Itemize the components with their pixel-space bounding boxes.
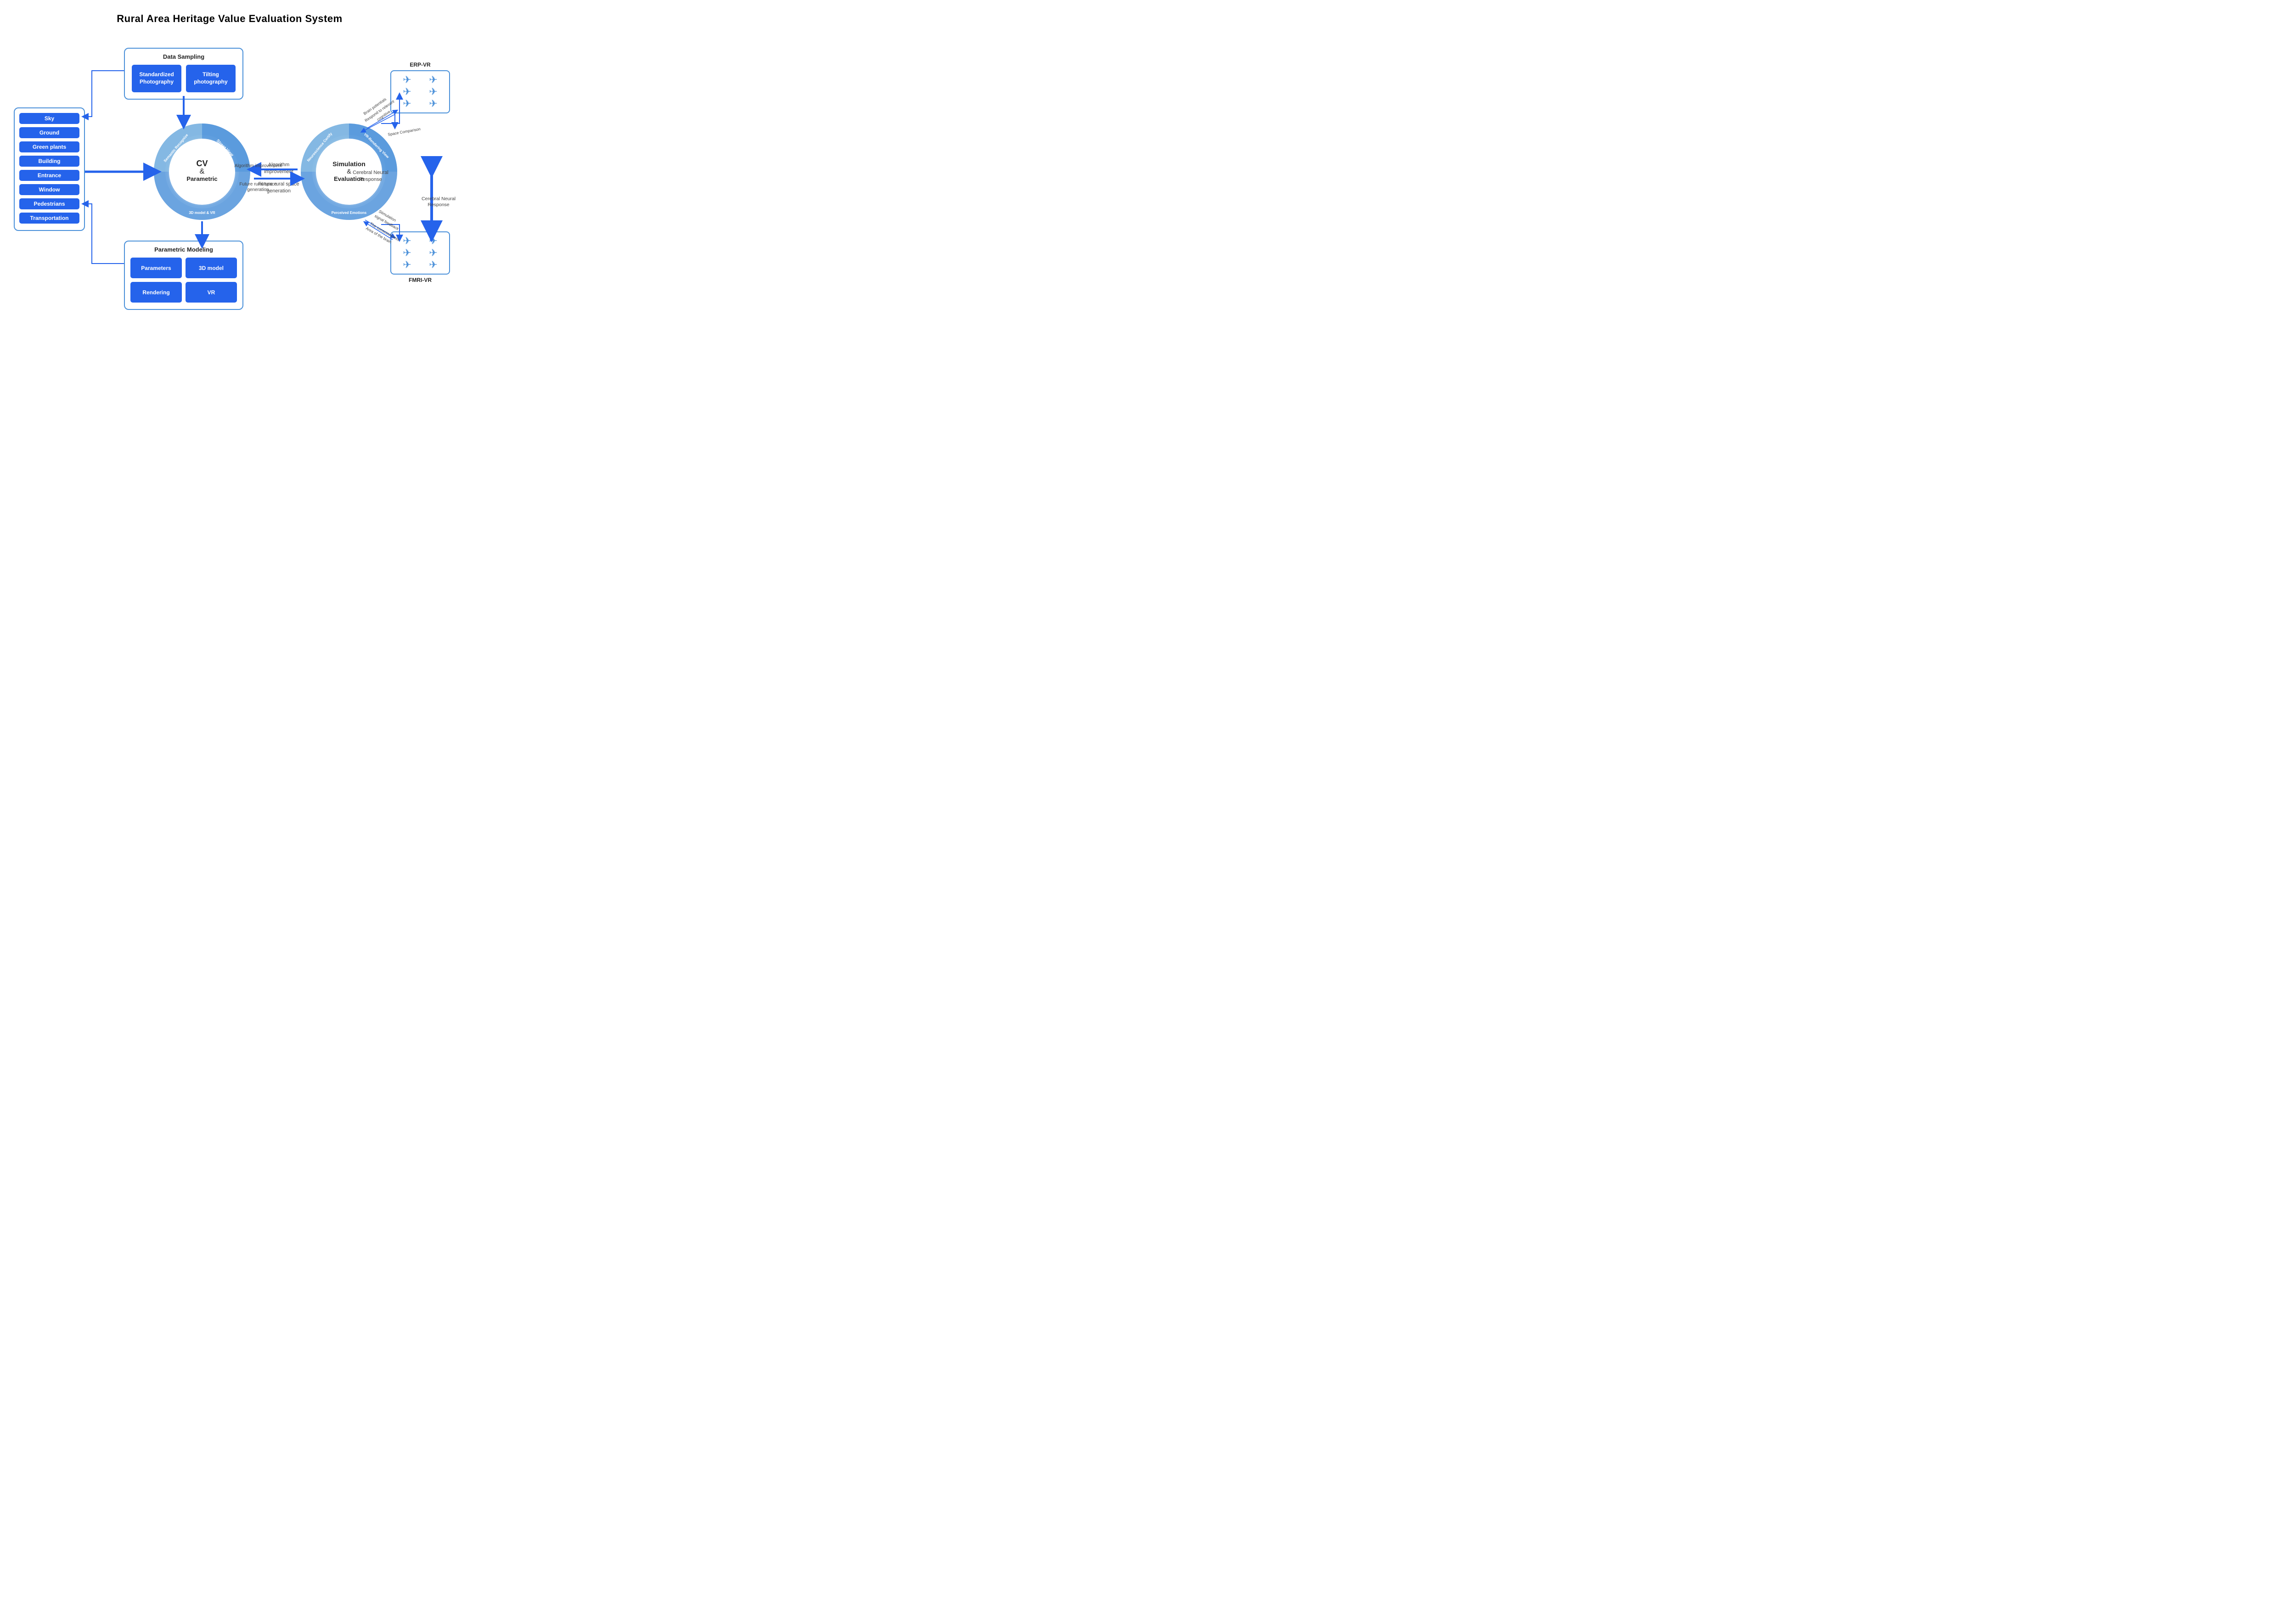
- fmri-plane-icon-1: ✈: [403, 236, 411, 246]
- page-title: Rural Area Heritage Value Evaluation Sys…: [0, 0, 459, 34]
- fmri-plane-icon-4: ✈: [429, 248, 437, 258]
- svg-text:cognitive: cognitive: [376, 109, 391, 122]
- svg-text:CV: CV: [196, 159, 208, 168]
- standardized-photo-button[interactable]: Standardized Photography: [132, 65, 181, 92]
- data-sampling-box: Data Sampling Standardized Photography T…: [124, 48, 243, 100]
- green-plants-item[interactable]: Green plants: [19, 141, 79, 152]
- plane-icon-4: ✈: [429, 87, 437, 97]
- sky-item[interactable]: Sky: [19, 113, 79, 124]
- transportation-item[interactable]: Transportation: [19, 213, 79, 224]
- fmri-plane-icon-2: ✈: [429, 236, 437, 246]
- parametric-title: Parametric Modeling: [130, 246, 237, 253]
- fmri-plane-icon-6: ✈: [429, 260, 437, 270]
- semantic-items-box: Sky Ground Green plants Building Entranc…: [14, 107, 85, 231]
- fmri-plane-icon-3: ✈: [403, 248, 411, 258]
- building-item[interactable]: Building: [19, 156, 79, 167]
- future-space-text: Future rural space generation: [258, 181, 299, 195]
- plane-icon-6: ✈: [429, 99, 437, 109]
- svg-text:&: &: [200, 168, 205, 175]
- algorithm-improvement-text: Algorithm improvement: [258, 162, 299, 176]
- diagram: Data Sampling Standardized Photography T…: [0, 34, 459, 328]
- parametric-modeling-box: Parametric Modeling Parameters 3D model …: [124, 241, 243, 310]
- erp-label: ERP-VR: [390, 62, 450, 68]
- fmri-vr-box: ✈ ✈ ✈ ✈ ✈ ✈ FMRI-VR: [390, 231, 450, 283]
- data-sampling-title: Data Sampling: [130, 53, 237, 60]
- fmri-image-box: ✈ ✈ ✈ ✈ ✈ ✈: [390, 231, 450, 275]
- tilting-photo-button[interactable]: Tilting photography: [186, 65, 236, 92]
- rendering-button[interactable]: Rendering: [130, 282, 182, 303]
- plane-icon-2: ✈: [429, 75, 437, 85]
- plane-icon-1: ✈: [403, 75, 411, 85]
- ground-item[interactable]: Ground: [19, 127, 79, 138]
- svg-text:Response: Response: [428, 202, 449, 208]
- svg-text:Cerebral Neural: Cerebral Neural: [422, 196, 456, 202]
- erp-image-box: ✈ ✈ ✈ ✈ ✈ ✈: [390, 70, 450, 113]
- plane-icon-3: ✈: [403, 87, 411, 97]
- svg-text:Perceived Emotions: Perceived Emotions: [332, 211, 367, 215]
- entrance-item[interactable]: Entrance: [19, 170, 79, 181]
- svg-text:Simulation: Simulation: [332, 160, 366, 168]
- svg-text:Brain potentials: Brain potentials: [362, 97, 387, 116]
- parameters-button[interactable]: Parameters: [130, 258, 182, 278]
- window-item[interactable]: Window: [19, 184, 79, 195]
- vr-button[interactable]: VR: [186, 282, 237, 303]
- fmri-label: FMRI-VR: [390, 277, 450, 283]
- cv-parametric-circle: CV & Parametric Street View Semantic Rec…: [152, 121, 253, 222]
- fmri-plane-icon-5: ✈: [403, 260, 411, 270]
- erp-vr-box: ERP-VR ✈ ✈ ✈ ✈ ✈ ✈: [390, 62, 450, 113]
- plane-icon-5: ✈: [403, 99, 411, 109]
- pedestrians-item[interactable]: Pedestrians: [19, 198, 79, 209]
- svg-text:Parametric: Parametric: [186, 175, 217, 182]
- cerebral-neural-text: Cerebral Neural Response: [350, 169, 391, 184]
- svg-text:3D model & VR: 3D model & VR: [189, 211, 215, 215]
- svg-text:Area of the brain: Area of the brain: [365, 226, 393, 244]
- 3d-model-button[interactable]: 3D model: [186, 258, 237, 278]
